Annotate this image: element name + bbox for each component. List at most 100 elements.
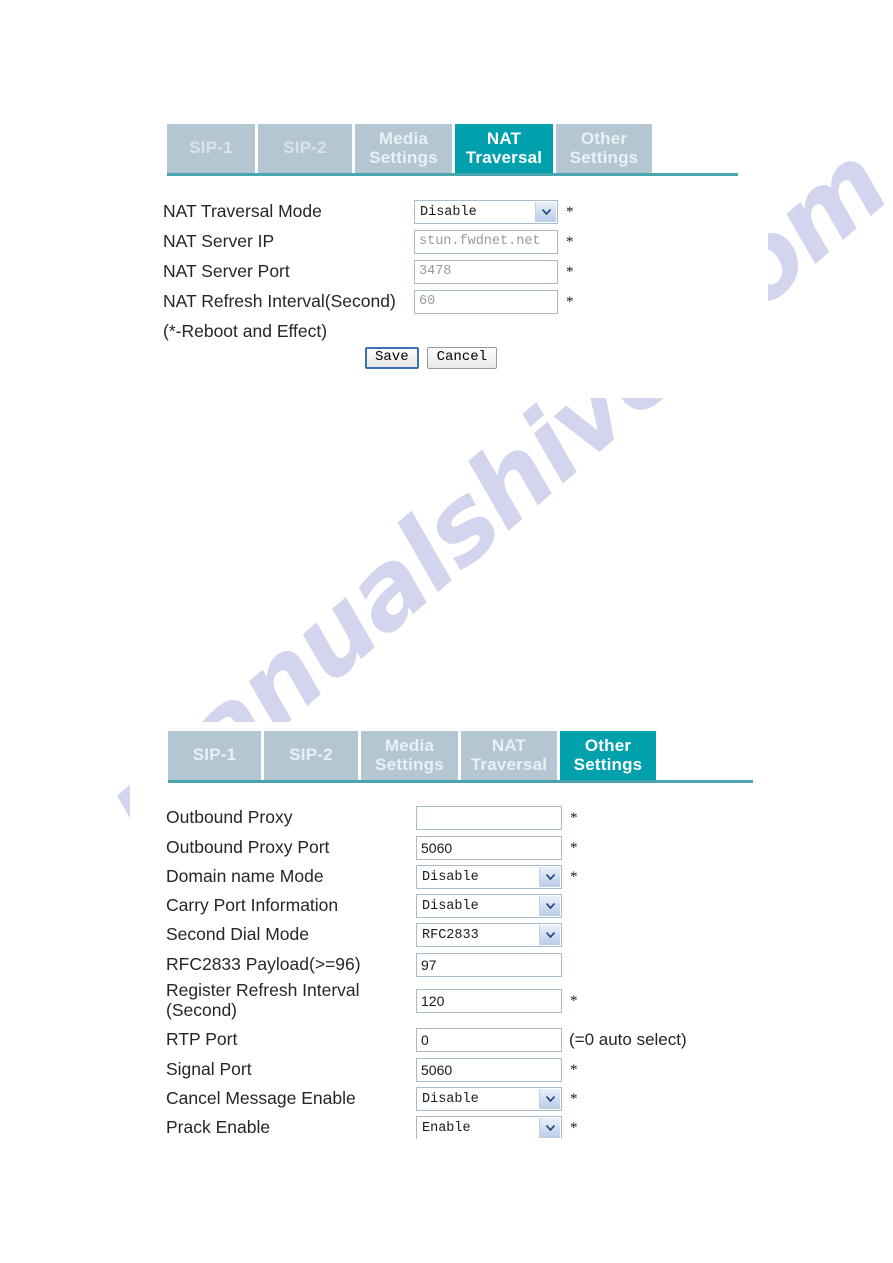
second-dial-mode-select[interactable]: RFC2833 bbox=[416, 923, 562, 947]
save-button[interactable]: Save bbox=[365, 347, 419, 370]
tab-underline bbox=[167, 173, 738, 176]
required-marker: * bbox=[570, 868, 578, 885]
tab-label: Media bbox=[378, 129, 429, 149]
tab-label: SIP-1 bbox=[189, 138, 233, 158]
input-value: 5060 bbox=[421, 840, 453, 856]
field-row-signal-port: Signal Port bbox=[166, 1059, 252, 1079]
field-label: Second Dial Mode bbox=[166, 924, 309, 944]
other-settings-screenshot: SIP-1 SIP-2 Media Settings NAT Traversal… bbox=[130, 722, 768, 1139]
field-row-carry-port-information: Carry Port Information bbox=[166, 895, 338, 915]
control-nat-server-ip: stun.fwdnet.net * bbox=[414, 230, 574, 254]
field-label: Signal Port bbox=[166, 1059, 252, 1079]
field-label: Outbound Proxy Port bbox=[166, 837, 330, 857]
field-label: RTP Port bbox=[166, 1029, 238, 1049]
tab-sip-1[interactable]: SIP-1 bbox=[167, 124, 255, 173]
tab-other-settings[interactable]: Other Settings bbox=[560, 731, 656, 780]
control-nat-refresh-interval: 60 * bbox=[414, 290, 574, 314]
tab-label: SIP-2 bbox=[289, 745, 333, 765]
field-row-nat-server-port: NAT Server Port bbox=[163, 261, 290, 281]
input-value: 3478 bbox=[419, 264, 452, 279]
field-label: Carry Port Information bbox=[166, 895, 339, 915]
field-label: Register Refresh Interval (Second) bbox=[166, 980, 360, 1021]
tab-sip-2[interactable]: SIP-2 bbox=[258, 124, 352, 173]
chevron-down-icon[interactable] bbox=[535, 202, 556, 222]
tab-label: Other bbox=[584, 736, 632, 756]
tab-media-settings[interactable]: Media Settings bbox=[361, 731, 458, 780]
field-row-outbound-proxy: Outbound Proxy bbox=[166, 807, 292, 827]
outbound-proxy-port-input[interactable]: 5060 bbox=[416, 836, 562, 860]
chevron-down-icon[interactable] bbox=[539, 1118, 560, 1138]
field-label: Outbound Proxy bbox=[166, 807, 293, 827]
nat-server-port-input[interactable]: 3478 bbox=[414, 260, 558, 284]
field-label: NAT Server Port bbox=[163, 261, 290, 281]
input-value: stun.fwdnet.net bbox=[419, 234, 541, 249]
nat-server-ip-input[interactable]: stun.fwdnet.net bbox=[414, 230, 558, 254]
select-value: Disable bbox=[422, 1091, 479, 1107]
field-label: RFC2833 Payload(>=96) bbox=[166, 954, 361, 974]
rfc2833-payload-input[interactable]: 97 bbox=[416, 953, 562, 977]
chevron-down-icon[interactable] bbox=[539, 867, 560, 887]
required-marker: * bbox=[566, 293, 574, 310]
required-marker: * bbox=[566, 263, 574, 280]
tab-media-settings[interactable]: Media Settings bbox=[355, 124, 452, 173]
field-label: Cancel Message Enable bbox=[166, 1088, 356, 1108]
domain-name-mode-select[interactable]: Disable bbox=[416, 865, 562, 889]
rtp-port-hint: (=0 auto select) bbox=[569, 1030, 687, 1049]
carry-port-information-select[interactable]: Disable bbox=[416, 894, 562, 918]
field-label: NAT Refresh Interval(Second) bbox=[163, 291, 396, 311]
signal-port-input[interactable]: 5060 bbox=[416, 1058, 562, 1082]
tab-nat-traversal[interactable]: NAT Traversal bbox=[461, 731, 557, 780]
chevron-down-icon[interactable] bbox=[539, 1089, 560, 1109]
required-marker: * bbox=[570, 839, 578, 856]
required-marker: * bbox=[566, 203, 574, 220]
control-outbound-proxy: * bbox=[416, 806, 578, 830]
required-marker: * bbox=[570, 809, 578, 826]
tab-sip-1[interactable]: SIP-1 bbox=[168, 731, 261, 780]
rtp-port-input[interactable]: 0 bbox=[416, 1028, 562, 1052]
nat-refresh-interval-input[interactable]: 60 bbox=[414, 290, 558, 314]
select-value: Disable bbox=[422, 869, 479, 885]
select-value: Enable bbox=[422, 1120, 471, 1136]
field-row-register-refresh-interval: Register Refresh Interval (Second) bbox=[166, 980, 360, 1021]
control-second-dial-mode: RFC2833 bbox=[416, 923, 570, 947]
tab-label-2: Settings bbox=[569, 147, 639, 167]
field-row-prack-enable: Prack Enable bbox=[166, 1117, 270, 1137]
field-row-nat-server-ip: NAT Server IP bbox=[163, 231, 274, 251]
chevron-down-icon[interactable] bbox=[539, 896, 560, 916]
prack-enable-select[interactable]: Enable bbox=[416, 1116, 562, 1139]
tab-label-2: Settings bbox=[573, 754, 643, 774]
required-marker: * bbox=[570, 1061, 578, 1078]
control-rfc2833-payload: 97 bbox=[416, 953, 570, 977]
tab-label: SIP-2 bbox=[283, 138, 327, 158]
field-row-nat-refresh-interval: NAT Refresh Interval(Second) bbox=[163, 291, 396, 311]
tab-label-2: Traversal bbox=[465, 147, 543, 167]
tab-sip-2[interactable]: SIP-2 bbox=[264, 731, 358, 780]
cancel-button[interactable]: Cancel bbox=[426, 347, 498, 370]
chevron-down-icon[interactable] bbox=[539, 925, 560, 945]
select-value: Disable bbox=[422, 898, 479, 914]
control-outbound-proxy-port: 5060 * bbox=[416, 836, 578, 860]
tab-underline bbox=[168, 780, 753, 783]
nat-traversal-mode-select[interactable]: Disable bbox=[414, 200, 558, 224]
field-row-second-dial-mode: Second Dial Mode bbox=[166, 924, 309, 944]
tab-label: Other bbox=[580, 129, 628, 149]
input-value: 120 bbox=[421, 993, 445, 1009]
outbound-proxy-input[interactable] bbox=[416, 806, 562, 830]
cancel-message-enable-select[interactable]: Disable bbox=[416, 1087, 562, 1111]
nat-traversal-screenshot: SIP-1 SIP-2 Media Settings NAT Traversal… bbox=[130, 113, 768, 398]
field-label: Domain name Mode bbox=[166, 866, 324, 886]
input-value: 97 bbox=[421, 957, 437, 973]
tab-other-settings[interactable]: Other Settings bbox=[556, 124, 652, 173]
register-refresh-interval-input[interactable]: 120 bbox=[416, 989, 562, 1013]
control-nat-traversal-mode: Disable * bbox=[414, 200, 574, 224]
control-register-refresh-interval: 120 * bbox=[416, 989, 578, 1013]
select-value: RFC2833 bbox=[422, 927, 479, 943]
tab-nat-traversal[interactable]: NAT Traversal bbox=[455, 124, 553, 173]
field-label: Prack Enable bbox=[166, 1117, 271, 1137]
field-label: NAT Server IP bbox=[163, 231, 275, 251]
reboot-note-text: (*-Reboot and Effect) bbox=[163, 321, 328, 341]
control-rtp-port: 0 (=0 auto select) bbox=[416, 1028, 687, 1052]
tab-label: SIP-1 bbox=[192, 745, 237, 765]
input-value: 5060 bbox=[421, 1062, 453, 1078]
tab-label: NAT bbox=[491, 736, 527, 756]
